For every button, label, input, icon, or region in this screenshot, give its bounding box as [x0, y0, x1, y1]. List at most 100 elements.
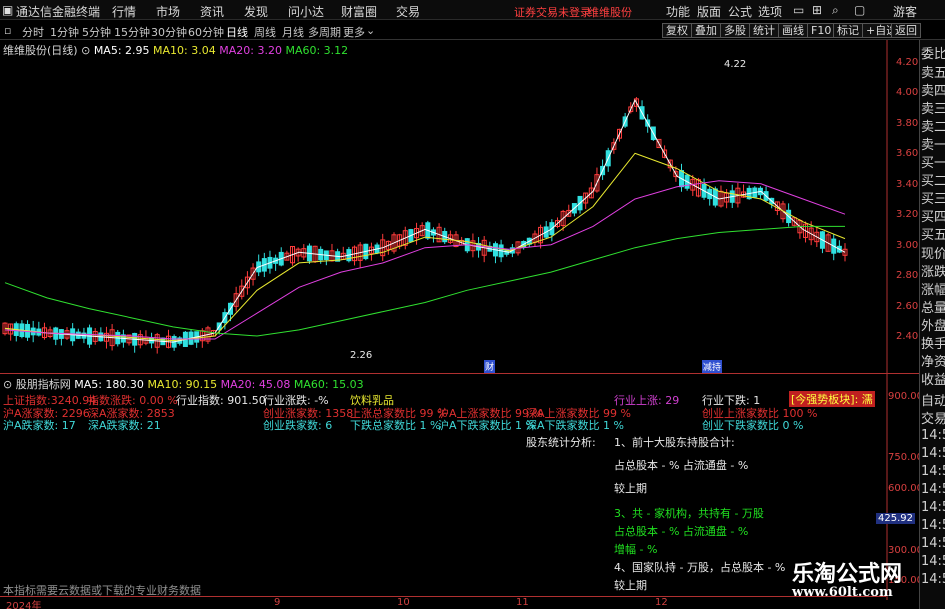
change-label: 涨跌: [921, 265, 945, 280]
finance-marker[interactable]: 财: [484, 360, 496, 373]
net-asset-label: 净资: [921, 355, 945, 370]
y-tick: 3.20: [896, 209, 919, 220]
ind-y-tick: 750.00: [888, 452, 923, 463]
x-axis-line: [0, 596, 886, 597]
period-tab-1m[interactable]: 1分钟: [50, 24, 79, 40]
menu-function[interactable]: 功能: [666, 3, 690, 20]
price-label: 现价: [921, 247, 945, 262]
ma-line-ma60: [4, 225, 845, 337]
change-pct-label: 涨幅: [921, 283, 945, 298]
x-tick: 9: [274, 597, 281, 608]
ind-ma60-label: MA60: 15.03: [293, 378, 364, 391]
indicator-legend: ⊙ 股朋指标网 MA5: 180.30 MA10: 90.15 MA20: 45…: [3, 376, 364, 392]
tick-time: 14:5: [921, 572, 945, 587]
period-tab-15m[interactable]: 15分钟: [114, 24, 150, 40]
period-tab-5m[interactable]: 5分钟: [82, 24, 111, 40]
period-tab-30m[interactable]: 30分钟: [151, 24, 187, 40]
period-tab-60m[interactable]: 60分钟: [188, 24, 224, 40]
quote-side-panel: 委比 卖五 卖四 卖三 卖二 卖一 买一 买二 买三 买四 买五 现价 涨跌 涨…: [919, 40, 945, 609]
window-icon[interactable]: ▢: [854, 3, 865, 17]
gem-down-ratio: 创业下跌家数比 0 %: [702, 419, 804, 432]
y-tick: 3.40: [896, 179, 919, 190]
menu-ask[interactable]: 问小达: [288, 3, 324, 20]
reduction-marker[interactable]: 减持: [702, 360, 723, 373]
panel-divider: [0, 373, 919, 374]
holder-line-5: 占总股本 - % 占流通盘 - %: [614, 525, 749, 538]
settings-icon[interactable]: ⊞: [812, 3, 822, 17]
ask2-label: 卖二: [921, 120, 945, 135]
login-status[interactable]: 证券交易未登录: [514, 4, 591, 20]
y-tick: 3.00: [896, 240, 919, 251]
turnover-label: 换手: [921, 337, 945, 352]
ind-y-tick: 600.00: [888, 483, 923, 494]
tick-time: 14:5: [921, 554, 945, 569]
holder-line-3: 较上期: [614, 482, 647, 495]
y-tick: 2.60: [896, 301, 919, 312]
y-tick: 4.20: [896, 57, 919, 68]
draw-line-button[interactable]: 画线: [778, 23, 808, 38]
minimize-icon[interactable]: ▭: [793, 3, 804, 17]
menu-market[interactable]: 市场: [156, 3, 180, 20]
ind-current-value: 425.92: [876, 513, 915, 524]
user-label[interactable]: 游客: [893, 3, 917, 20]
period-tab-intraday[interactable]: 分时: [22, 24, 44, 40]
mark-button[interactable]: 标记: [833, 23, 863, 38]
menu-news[interactable]: 资讯: [200, 3, 224, 20]
x-tick: 12: [655, 597, 668, 608]
candles-group: [2, 97, 848, 354]
holder-line-1: 1、前十大股东持股合计:: [614, 436, 735, 449]
volume-label: 总量: [921, 301, 945, 316]
stats-button[interactable]: 统计: [749, 23, 779, 38]
watermark-title: 乐淘公式网: [792, 561, 903, 587]
watermark-url: www.60lt.com: [792, 585, 893, 600]
indicator-toggle-icon[interactable]: ⊙: [3, 378, 12, 391]
adjust-button[interactable]: 复权: [662, 23, 692, 38]
back-button[interactable]: 返回: [891, 23, 921, 38]
indicator-title[interactable]: 股朋指标网: [16, 378, 71, 391]
app-logo-icon: ▣: [2, 3, 14, 17]
menu-bar: ▣ 通达信金融终端 行情 市场 资讯 发现 问小达 财富圈 交易 证券交易未登录…: [0, 0, 945, 20]
auto-label[interactable]: 自动: [921, 390, 945, 409]
sz-down-ratio: 深A下跌家数比 1 %: [526, 419, 624, 432]
search-icon[interactable]: ⌕: [832, 3, 839, 18]
menu-layout[interactable]: 版面: [697, 3, 721, 20]
holder-line-4: 3、共 - 家机构，共持有 - 万股: [614, 507, 764, 520]
period-tab-more[interactable]: 更多: [343, 24, 365, 40]
multi-stock-button[interactable]: 多股: [720, 23, 750, 38]
tick-time: 14:5: [921, 446, 945, 461]
chevron-down-icon[interactable]: ⌄: [366, 24, 375, 37]
period-tab-daily[interactable]: 日线: [226, 24, 248, 40]
bid4-label: 买四: [921, 210, 945, 225]
y-tick: 2.40: [896, 331, 919, 342]
candlestick-chart[interactable]: [0, 55, 885, 371]
sh-down-ratio: 沪A下跌家数比 1 %: [438, 419, 536, 432]
tick-time: 14:5: [921, 500, 945, 515]
period-tab-multi[interactable]: 多周期: [308, 24, 341, 40]
menu-discover[interactable]: 发现: [244, 3, 268, 20]
period-tab-weekly[interactable]: 周线: [254, 24, 276, 40]
period-square-icon: ▫: [4, 24, 12, 37]
menu-options[interactable]: 选项: [758, 3, 782, 20]
sh-down-count: 沪A跌家数: 17: [3, 419, 76, 432]
bid5-label: 买五: [921, 228, 945, 243]
total-down-ratio: 下跌总家数比 1 %: [350, 419, 441, 432]
bid3-label: 买三: [921, 192, 945, 207]
x-tick: 11: [516, 597, 529, 608]
order-ratio-label: 委比: [921, 47, 945, 62]
overlay-button[interactable]: 叠加: [691, 23, 721, 38]
trade-label[interactable]: 交易: [921, 408, 945, 427]
ind-ma10-label: MA10: 90.15: [147, 378, 218, 391]
earnings-label: 收益: [921, 373, 945, 388]
tick-time: 14:5: [921, 536, 945, 551]
ma-line-ma10: [4, 152, 846, 342]
period-tab-monthly[interactable]: 月线: [282, 24, 304, 40]
menu-quotes[interactable]: 行情: [112, 3, 136, 20]
menu-trade[interactable]: 交易: [396, 3, 420, 20]
bid1-label: 买一: [921, 156, 945, 171]
tick-time: 14:5: [921, 518, 945, 533]
menu-wealth[interactable]: 财富圈: [341, 3, 377, 20]
f10-button[interactable]: F10: [807, 23, 836, 38]
x-tick: 10: [397, 597, 410, 608]
ma-line-ma5: [4, 98, 846, 343]
menu-formula[interactable]: 公式: [728, 3, 752, 20]
